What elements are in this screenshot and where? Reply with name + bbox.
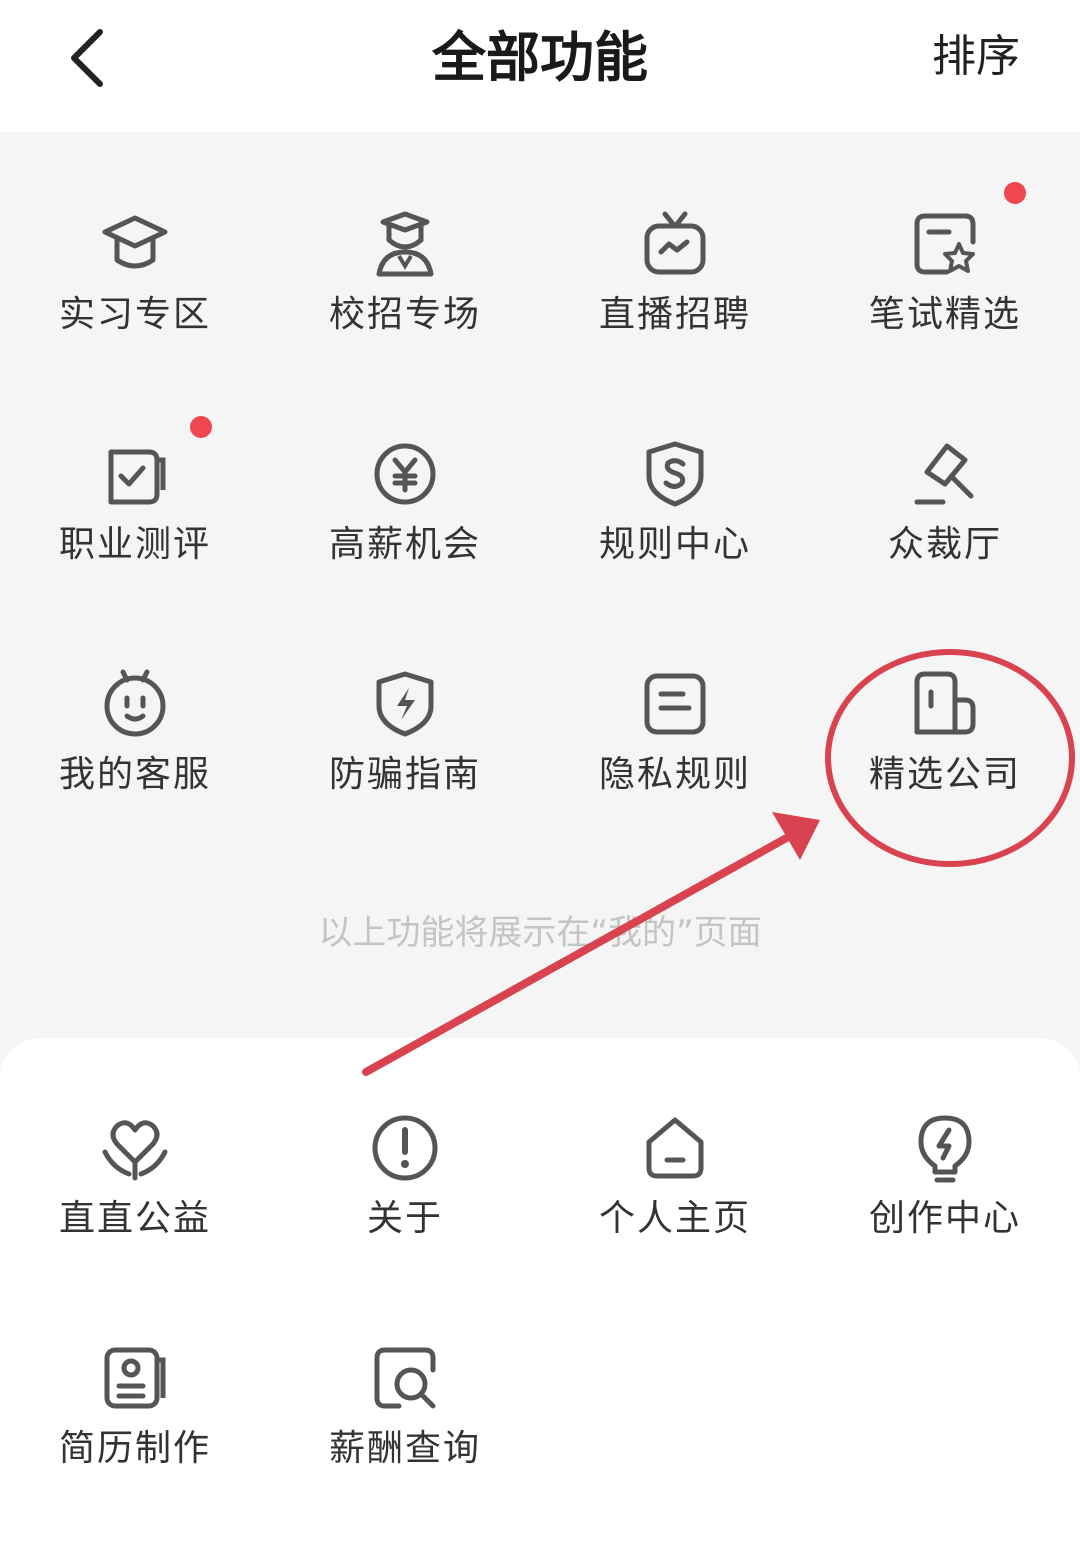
function-item-charity[interactable]: 直直公益 [0, 1112, 270, 1312]
function-item-resume-builder[interactable]: 简历制作 [0, 1342, 270, 1542]
yen-coin-icon [374, 443, 436, 505]
function-item-campus-recruit[interactable]: 校招专场 [270, 208, 540, 408]
shield-lightning-icon [376, 671, 434, 737]
section-hint: 以上功能将展示在“我的”页面 [318, 913, 762, 953]
function-item-written-test[interactable]: 笔试精选 [810, 182, 1080, 408]
function-item-customer-service[interactable]: 我的客服 [0, 668, 270, 868]
search-frame-icon [374, 1347, 436, 1409]
graduate-student-icon [376, 211, 434, 277]
header-bar: 全部功能 排序 [0, 0, 1080, 132]
function-label: 创作中心 [868, 1198, 1021, 1239]
function-label: 实习专区 [58, 294, 211, 335]
resume-icon [104, 1347, 166, 1409]
page-title: 全部功能 [432, 26, 648, 89]
function-label: 防骗指南 [328, 754, 481, 795]
star-note-icon [914, 213, 976, 275]
function-item-arbitration-hall[interactable]: 众裁厅 [810, 438, 1080, 638]
my-functions-section: 实习专区 校招专场 直播招聘 笔试精选 职业测评 高薪机会 规则中心 众裁厅 我… [0, 132, 1080, 1038]
function-label: 我的客服 [58, 754, 211, 795]
function-label: 关于 [366, 1198, 443, 1239]
function-item-creator-center[interactable]: 创作中心 [810, 1112, 1080, 1312]
heart-hands-icon [102, 1120, 168, 1181]
sort-button[interactable]: 排序 [932, 22, 1020, 92]
function-label: 薪酬查询 [328, 1428, 481, 1469]
function-label: 校招专场 [328, 294, 481, 335]
notification-dot [190, 416, 212, 438]
function-label: 笔试精选 [868, 294, 1021, 335]
function-item-internship[interactable]: 实习专区 [0, 208, 270, 408]
function-item-anti-fraud[interactable]: 防骗指南 [270, 668, 540, 868]
info-exclamation-icon [372, 1115, 438, 1181]
function-label: 众裁厅 [887, 524, 1002, 565]
function-item-salary-query[interactable]: 薪酬查询 [270, 1342, 540, 1542]
function-label: 直直公益 [58, 1198, 211, 1239]
function-item-high-salary[interactable]: 高薪机会 [270, 438, 540, 638]
robot-face-icon [104, 669, 166, 737]
function-item-career-test[interactable]: 职业测评 [0, 416, 270, 638]
notification-dot [1004, 182, 1026, 204]
building-icon [914, 671, 976, 735]
function-item-rules-center[interactable]: 规则中心 [540, 438, 810, 638]
function-item-featured-company[interactable]: 精选公司 [810, 668, 1080, 868]
gavel-icon [914, 443, 974, 505]
function-label: 隐私规则 [598, 754, 751, 795]
function-item-about[interactable]: 关于 [270, 1112, 540, 1312]
function-label: 精选公司 [868, 754, 1021, 795]
live-tv-icon [644, 211, 706, 275]
function-item-personal-page[interactable]: 个人主页 [540, 1112, 810, 1312]
lightbulb-icon [918, 1115, 972, 1183]
more-functions-section: 直直公益 关于 个人主页 创作中心 简历制作 薪酬查询 [0, 1038, 1080, 1564]
function-item-live-recruit[interactable]: 直播招聘 [540, 208, 810, 408]
function-label: 职业测评 [58, 524, 211, 565]
function-label: 简历制作 [58, 1428, 211, 1469]
graduation-cap-icon [102, 215, 168, 269]
check-board-icon [108, 449, 166, 505]
function-label: 个人主页 [598, 1198, 751, 1239]
shield-s-icon [646, 441, 704, 507]
home-icon [646, 1117, 704, 1179]
function-label: 直播招聘 [598, 294, 751, 335]
function-item-privacy-rules[interactable]: 隐私规则 [540, 668, 810, 868]
function-label: 高薪机会 [328, 524, 481, 565]
function-label: 规则中心 [598, 524, 751, 565]
document-lines-icon [644, 673, 706, 735]
